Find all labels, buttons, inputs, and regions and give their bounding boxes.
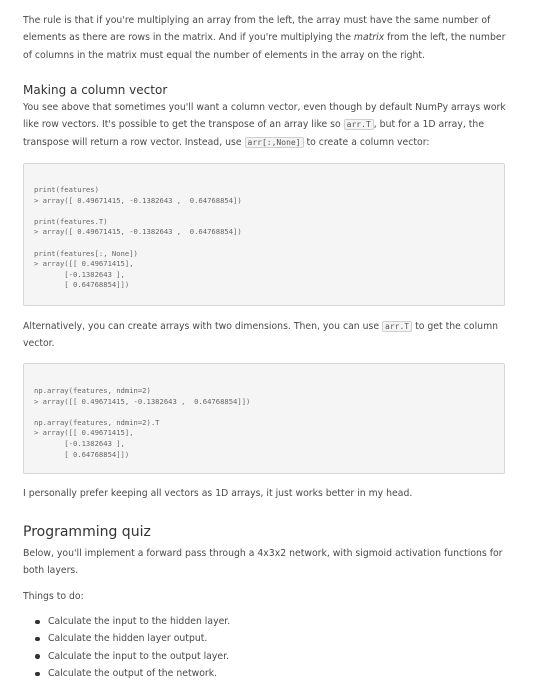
column-vector-line-3: transpose will return a row vector. Inst… — [23, 134, 513, 151]
quiz-line-1: Below, you'll implement a forward pass t… — [23, 548, 503, 559]
code-block-2: np.array(features, ndmin=2) > array([[ 0… — [23, 363, 505, 474]
column-vector-paragraph: You see above that sometimes you'll want… — [23, 99, 513, 151]
intro-paragraph: The rule is that if you're multiplying a… — [23, 12, 513, 64]
list-item: Calculate the input to the hidden layer. — [23, 613, 230, 630]
list-item: Calculate the output of the network. — [23, 665, 230, 682]
alternative-paragraph: Alternatively, you can create arrays wit… — [23, 318, 513, 353]
inline-code-transpose-2: arr.T — [382, 321, 413, 332]
code-block-1-text: print(features) > array([ 0.49671415, -0… — [34, 185, 242, 290]
intro-line-2-text: elements as there are rows in the matrix… — [23, 32, 354, 44]
intro-line-3: of columns in the matrix must equal the … — [23, 49, 426, 61]
list-item: Calculate the input to the output layer. — [23, 648, 230, 665]
column-vector-line-3-text: transpose will return a row vector. Inst… — [23, 136, 245, 148]
quiz-line-2: both layers. — [23, 565, 79, 577]
alternative-line-1-tail: to get the column — [412, 321, 499, 332]
list-item: Calculate the hidden layer output. — [23, 630, 230, 647]
intro-emphasis: matrix — [353, 32, 385, 44]
quiz-paragraph: Below, you'll implement a forward pass t… — [23, 545, 513, 580]
alternative-line-2: vector. — [23, 338, 55, 350]
intro-line-2: elements as there are rows in the matrix… — [23, 29, 513, 46]
todo-label: Things to do: — [23, 591, 84, 602]
column-vector-line-2: like row vectors. It's possible to get t… — [23, 116, 513, 133]
column-vector-line-2-tail: , but for a 1D array, the — [373, 119, 485, 131]
intro-line-1: The rule is that if you're multiplying a… — [23, 15, 491, 26]
todo-list: Calculate the input to the hidden layer.… — [23, 613, 230, 683]
column-vector-line-3-tail: to create a column vector: — [303, 136, 430, 148]
alternative-line-1: Alternatively, you can create arrays wit… — [23, 318, 513, 335]
code-block-1: print(features) > array([ 0.49671415, -0… — [23, 163, 505, 306]
preference-paragraph: I personally prefer keeping all vectors … — [23, 488, 413, 499]
intro-line-2-tail: from the left, the number — [384, 32, 506, 44]
column-vector-line-2-text: like row vectors. It's possible to get t… — [23, 119, 344, 131]
page: The rule is that if you're multiplying a… — [0, 0, 537, 689]
column-vector-heading: Making a column vector — [23, 83, 168, 97]
code-block-2-text: np.array(features, ndmin=2) > array([[ 0… — [34, 386, 251, 459]
inline-code-transpose: arr.T — [343, 119, 374, 131]
quiz-heading: Programming quiz — [23, 524, 151, 540]
column-vector-line-1: You see above that sometimes you'll want… — [23, 102, 506, 113]
inline-code-none-index: arr[:,None] — [244, 136, 304, 148]
alternative-line-1-text: Alternatively, you can create arrays wit… — [23, 321, 383, 332]
